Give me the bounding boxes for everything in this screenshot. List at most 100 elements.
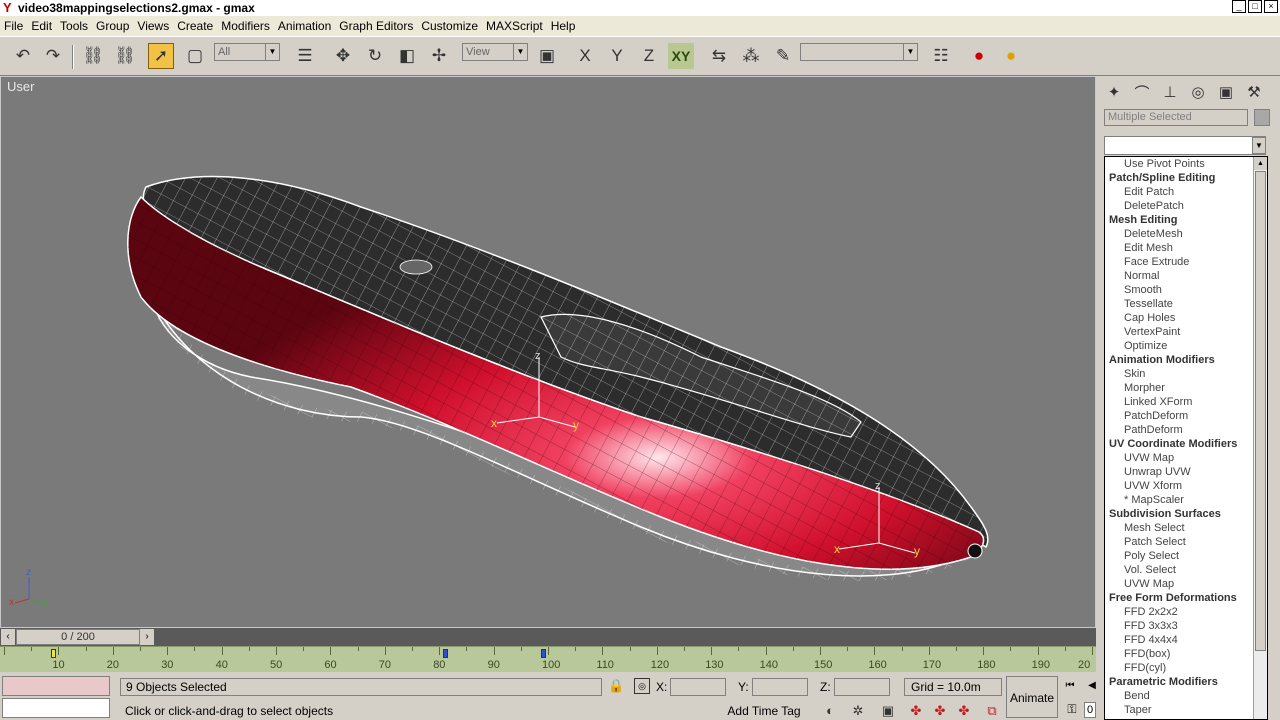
maxscript-listener-mini[interactable] xyxy=(2,676,110,696)
modifier-list-item[interactable]: Bend xyxy=(1105,689,1255,703)
time-slider-thumb[interactable]: 0 / 200 xyxy=(16,629,140,645)
modifier-list-item[interactable]: Poly Select xyxy=(1105,549,1255,563)
modifier-list-item[interactable]: Patch Select xyxy=(1105,535,1255,549)
axis-z-button[interactable]: Z xyxy=(636,43,662,69)
scroll-up-icon[interactable]: ▲ xyxy=(1254,157,1267,170)
mirror-icon[interactable]: ⇆ xyxy=(706,43,732,69)
maxscript-input-mini[interactable] xyxy=(2,698,110,718)
track-view-icon[interactable]: ☷ xyxy=(928,43,954,69)
menu-file[interactable]: File xyxy=(4,19,29,33)
redo-icon[interactable]: ↷ xyxy=(40,43,66,69)
viewport-user[interactable]: z x y z x y z x y User xyxy=(0,76,1096,628)
menu-graph-editors[interactable]: Graph Editors xyxy=(339,19,419,33)
zoom-extents-all-icon[interactable]: ✤ xyxy=(906,702,926,720)
display-tab-icon[interactable]: ▣ xyxy=(1214,80,1238,104)
object-name-field[interactable]: Multiple Selected xyxy=(1104,109,1248,126)
z-coord-field[interactable] xyxy=(834,678,890,696)
menu-views[interactable]: Views xyxy=(137,19,175,33)
y-coord-field[interactable] xyxy=(752,678,808,696)
zoom-icon[interactable]: ◐ xyxy=(820,702,840,720)
axis-y-button[interactable]: Y xyxy=(604,43,630,69)
time-prev-icon[interactable]: ‹ xyxy=(1,629,15,645)
maximize-viewport-icon[interactable]: ⧉ xyxy=(982,702,1002,720)
modifier-list-item[interactable]: Smooth xyxy=(1105,283,1255,297)
menu-edit[interactable]: Edit xyxy=(31,19,58,33)
absolute-mode-icon[interactable]: ◎ xyxy=(634,678,650,694)
animate-button[interactable]: Animate xyxy=(1006,676,1058,718)
pan-icon[interactable]: ✤ xyxy=(930,702,950,720)
modifier-list-item[interactable]: Use Pivot Points xyxy=(1105,157,1255,171)
material-editor-icon[interactable]: ● xyxy=(998,43,1024,69)
x-coord-field[interactable] xyxy=(670,678,726,696)
move-icon[interactable]: ✥ xyxy=(330,43,356,69)
modifier-list-item[interactable]: Tessellate xyxy=(1105,297,1255,311)
unlink-icon[interactable]: ⛓ xyxy=(112,43,138,69)
animation-key-marker[interactable] xyxy=(50,649,56,658)
axis-xy-button[interactable]: XY xyxy=(668,43,694,69)
menu-help[interactable]: Help xyxy=(551,19,582,33)
modifier-dropdown-list[interactable]: Use Pivot Points Patch/Spline Editing Edit… xyxy=(1104,156,1268,720)
modifier-list-item[interactable]: FFD 2x2x2 xyxy=(1105,605,1255,619)
motion-tab-icon[interactable]: ◎ xyxy=(1186,80,1210,104)
modifier-list-item[interactable]: Edit Patch xyxy=(1105,185,1255,199)
current-frame-field[interactable]: 0 xyxy=(1084,702,1096,718)
modifier-list-item[interactable]: Cap Holes xyxy=(1105,311,1255,325)
chevron-down-icon[interactable]: ▼ xyxy=(1252,137,1266,154)
modifier-list-item[interactable]: PatchDeform xyxy=(1105,409,1255,423)
prev-frame-icon[interactable]: ◀ xyxy=(1086,678,1098,694)
undo-icon[interactable]: ↶ xyxy=(10,43,36,69)
pivot-center-icon[interactable]: ▣ xyxy=(534,43,560,69)
animation-key-marker[interactable] xyxy=(442,649,448,658)
scrollbar-thumb[interactable] xyxy=(1255,171,1266,651)
reference-coord-dropdown[interactable]: View ▼ xyxy=(462,43,528,61)
select-link-icon[interactable]: ⛓ xyxy=(80,43,106,69)
manipulate-icon[interactable]: ✢ xyxy=(426,43,452,69)
time-next-icon[interactable]: › xyxy=(140,629,154,645)
modifier-list-item[interactable]: Unwrap UVW xyxy=(1105,465,1255,479)
modifier-list-item[interactable]: Mesh Select xyxy=(1105,521,1255,535)
modifier-list-item[interactable]: Morpher xyxy=(1105,381,1255,395)
time-slider[interactable]: ‹ 0 / 200 › xyxy=(0,628,1096,646)
array-icon[interactable]: ⁂ xyxy=(738,43,764,69)
menu-modifiers[interactable]: Modifiers xyxy=(221,19,276,33)
track-bar[interactable]: 10 20 30 40 50 60 70 80 90 100 110 120 130 140 150 160 1… xyxy=(0,646,1096,672)
animation-key-marker[interactable] xyxy=(540,649,546,658)
modifier-list-item[interactable]: FFD(cyl) xyxy=(1105,661,1255,675)
modify-tab-icon[interactable]: ⌒ xyxy=(1130,80,1154,104)
modifier-list-dropdown[interactable] xyxy=(1104,136,1266,155)
modifier-list-item[interactable]: Normal xyxy=(1105,269,1255,283)
zoom-extents-icon[interactable]: ▣ xyxy=(878,702,898,720)
selection-filter-dropdown[interactable]: All ▼ xyxy=(214,43,280,61)
utilities-tab-icon[interactable]: ⚒ xyxy=(1242,80,1266,104)
modifier-list-item[interactable]: PathDeform xyxy=(1105,423,1255,437)
menu-customize[interactable]: Customize xyxy=(421,19,484,33)
region-select-icon[interactable]: ▢ xyxy=(182,43,208,69)
viewport-label[interactable]: User xyxy=(7,79,34,94)
modifier-list-item[interactable]: UVW Map xyxy=(1105,451,1255,465)
create-tab-icon[interactable]: ✦ xyxy=(1102,80,1126,104)
key-mode-icon[interactable]: ⚿ xyxy=(1062,702,1082,718)
modifier-list-item[interactable]: VertexPaint xyxy=(1105,325,1255,339)
select-object-icon[interactable]: ➚ xyxy=(148,43,174,69)
select-by-name-icon[interactable]: ☰ xyxy=(292,43,318,69)
menu-group[interactable]: Group xyxy=(96,19,135,33)
maximize-button[interactable]: □ xyxy=(1248,0,1262,13)
modifier-list-item[interactable]: UVW Map xyxy=(1105,577,1255,591)
arc-rotate-icon[interactable]: ✤ xyxy=(954,702,974,720)
modifier-list-item[interactable]: Edit Mesh xyxy=(1105,241,1255,255)
modifier-list-item[interactable]: Face Extrude xyxy=(1105,255,1255,269)
add-time-tag-button[interactable]: Add Time Tag xyxy=(716,702,812,720)
modifier-list-scrollbar[interactable]: ▲ xyxy=(1253,157,1267,719)
modifier-list-item[interactable]: * MapScaler xyxy=(1105,493,1255,507)
menu-create[interactable]: Create xyxy=(177,19,219,33)
align-icon[interactable]: ✎ xyxy=(770,43,796,69)
modifier-list-item[interactable]: DeletePatch xyxy=(1105,199,1255,213)
rotate-icon[interactable]: ↻ xyxy=(362,43,388,69)
scale-icon[interactable]: ◧ xyxy=(394,43,420,69)
menu-maxscript[interactable]: MAXScript xyxy=(486,19,549,33)
modifier-list-item[interactable]: Taper xyxy=(1105,703,1255,717)
menu-tools[interactable]: Tools xyxy=(60,19,94,33)
modifier-list-item[interactable]: FFD(box) xyxy=(1105,647,1255,661)
named-selection-dropdown[interactable]: ▼ xyxy=(800,43,918,61)
modifier-list-item[interactable]: Skin xyxy=(1105,367,1255,381)
